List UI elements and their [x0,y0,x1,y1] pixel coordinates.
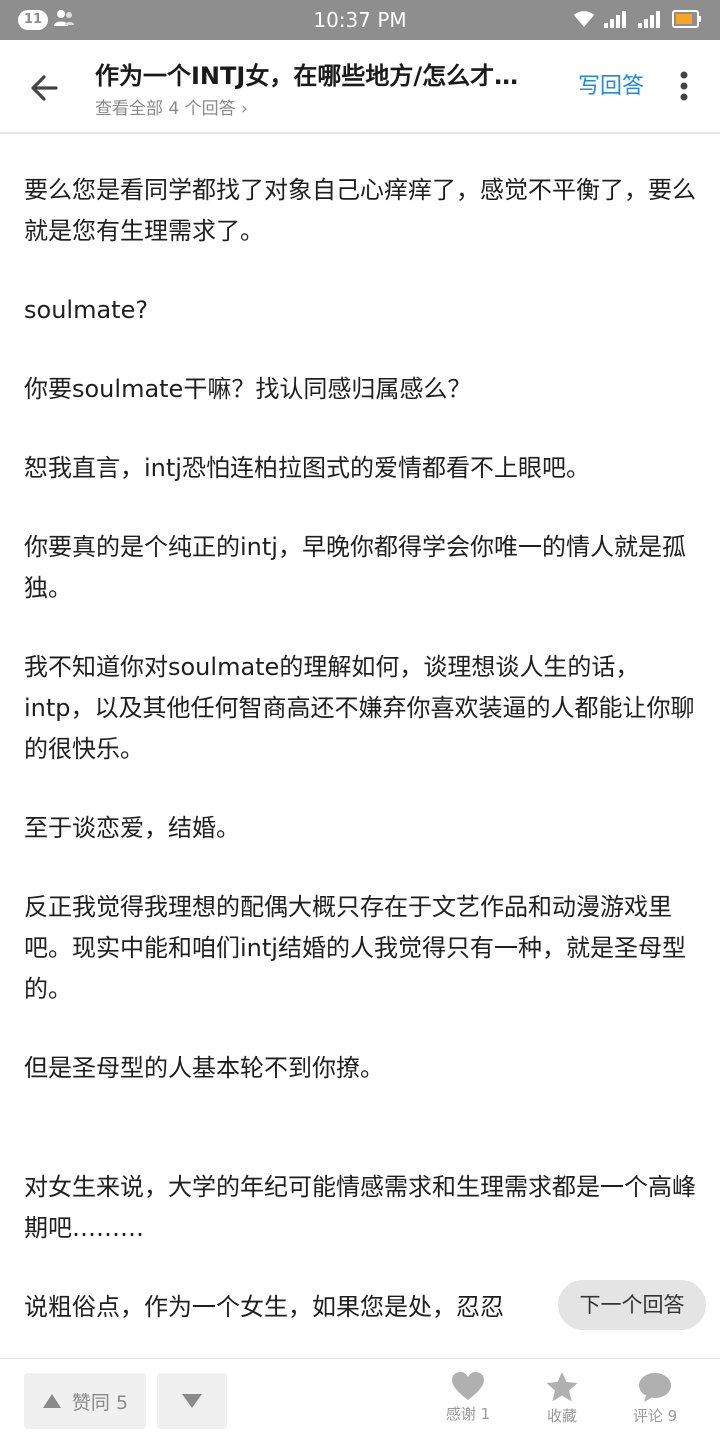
write-answer-button[interactable]: 写回答 [578,68,644,100]
answer-paragraph: 恕我直言，intj恐怕连柏拉图式的爱情都看不上眼吧。 [24,454,590,482]
chat-bubble-icon [639,1373,671,1402]
favorite-label: 收藏 [546,1407,577,1425]
status-right [572,9,702,33]
vote-up-label: 赞同 5 [71,1391,129,1414]
answer-paragraph: soulmate? [24,296,149,324]
answer-paragraph: 我不知道你对soulmate的理解如何，谈理想谈人生的话，intp，以及其他任何… [24,653,695,763]
answer-paragraph: 对女生来说，大学的年纪可能情感需求和生理需求都是一个高峰期吧……… [24,1173,696,1242]
signal-icon [638,10,664,32]
view-all-answers-link[interactable]: 查看全部 4 个回答 › [95,94,248,119]
bottom-action-bar: 赞同 5 感谢 1 收藏 评论 9 [0,1358,720,1440]
vote-down-button[interactable] [157,1373,227,1429]
answer-paragraph: 反正我觉得我理想的配偶大概只存在于文艺作品和动漫游戏里吧。现实中能和咱们intj… [24,893,686,1003]
thanks-button[interactable]: 感谢 1 [433,1371,503,1424]
heart-icon [452,1372,484,1400]
favorite-button[interactable]: 收藏 [527,1371,597,1426]
answer-paragraph: 但是圣母型的人基本轮不到你撩。 [24,1054,384,1082]
answer-paragraph: 你要真的是个纯正的intj，早晚你都得学会你唯一的情人就是孤独。 [24,533,686,602]
wifi-icon [572,9,596,33]
back-arrow-icon [31,75,58,101]
answer-paragraph: 你要soulmate干嘛？找认同感归属感么？ [24,375,472,403]
answer-paragraph: 至于谈恋爱，结婚。 [24,814,240,842]
vote-up-button[interactable]: 赞同 5 [24,1373,146,1429]
signal-icon [604,10,630,32]
more-options-button[interactable] [670,68,698,104]
comment-button[interactable]: 评论 9 [620,1371,690,1426]
answer-content: 要么您是看同学都找了对象自己心痒痒了，感觉不平衡了，要么就是您有生理需求了。 s… [24,170,704,1350]
comment-label: 评论 9 [632,1407,678,1425]
star-icon [546,1372,578,1402]
battery-icon [672,10,702,32]
triangle-up-icon [42,1394,61,1408]
question-title[interactable]: 作为一个INTJ女，在哪些地方/怎么才… [95,56,565,91]
app-header: 作为一个INTJ女，在哪些地方/怎么才… 查看全部 4 个回答 › 写回答 [0,40,720,134]
back-button[interactable] [26,68,66,108]
next-answer-button[interactable]: 下一个回答 [558,1280,706,1330]
more-vert-icon [680,71,688,101]
status-bar: 11 10:37 PM [0,0,720,40]
triangle-down-icon [182,1394,202,1408]
thanks-label: 感谢 1 [445,1405,491,1423]
answer-paragraph: 要么您是看同学都找了对象自己心痒痒了，感觉不平衡了，要么就是您有生理需求了。 [24,176,696,245]
